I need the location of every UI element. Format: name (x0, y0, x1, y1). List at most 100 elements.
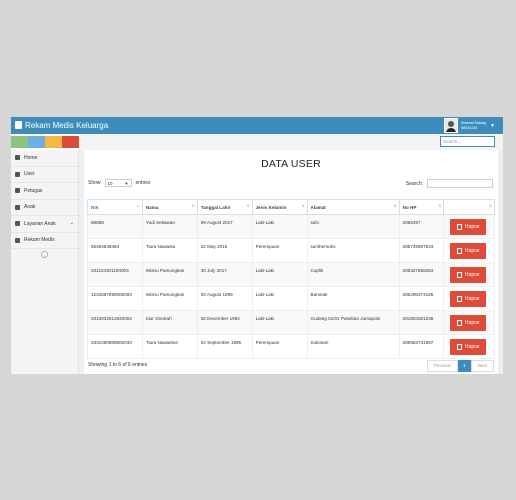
app-window: Rekam Medis Keluarga Selamat Datang M511… (11, 117, 503, 374)
trash-icon (456, 247, 462, 254)
cell-jenis-kelamin: Perempuan (251, 334, 308, 359)
sidebar-item-anak[interactable]: Anak (11, 200, 78, 216)
table-row: 1234567890000000 Wisnu Pamungkas 03 Augu… (87, 286, 495, 311)
sidebar-item-petugas[interactable]: Petugas (11, 183, 78, 200)
page-title: DATA USER (261, 158, 321, 170)
sidebar-item-home[interactable]: Home (11, 150, 78, 167)
delete-label: Hapus (464, 247, 480, 254)
column-nama[interactable]: Nama ⇅ (141, 199, 198, 215)
delete-button[interactable]: Hapus (450, 338, 487, 355)
trash-icon (456, 295, 462, 302)
app-title: Rekam Medis Keluarga (25, 121, 109, 130)
delete-label: Hapus (464, 223, 480, 230)
cell-actions: Hapus (443, 214, 495, 239)
entries-label: entries (135, 180, 151, 186)
pagination: Previous 1 Next (426, 360, 494, 372)
chevron-down-icon: ⌄ (69, 220, 74, 226)
sidebar-item-rekam-medis[interactable]: Rekam Medis (11, 233, 78, 249)
cell-tanggal-lahir: 04 September 1996 (196, 334, 253, 359)
sidebar: Home User Petugas Anak Layanan Anak ⌄ Rek… (11, 150, 79, 374)
table-info: Showing 1 to 6 of 6 entries (88, 362, 148, 368)
shortcut-red[interactable] (62, 136, 79, 148)
sort-icon: ⇅ (191, 204, 195, 208)
shortcut-blue[interactable] (28, 136, 45, 148)
cell-no-hp: 0856497 (398, 214, 445, 239)
cell-tanggal-lahir: 22 May 2015 (196, 238, 253, 263)
shortcut-yellow[interactable] (45, 136, 62, 148)
delete-button[interactable]: Hapus (450, 266, 487, 283)
content-area: DATA USER Show 10 ▼ entries Search: NIK ▲ … (79, 150, 503, 374)
table-row: 3331080909600030 Tiara Nawastoe 04 Septe… (87, 334, 495, 359)
column-actions[interactable]: ⇅ (443, 199, 495, 215)
app-brand[interactable]: Rekam Medis Keluarga (15, 119, 108, 132)
cell-alamat: Cuplik (306, 262, 400, 287)
user-id: M5115140 (460, 125, 478, 130)
cell-no-hp: 085963741987 (398, 334, 445, 359)
table-search-input[interactable] (427, 179, 493, 188)
cell-nama: Idur Onotrah (141, 310, 198, 335)
delete-button[interactable]: Hapus (450, 218, 487, 235)
sidebar-collapse[interactable]: ‹ (11, 249, 78, 259)
shortcut-green[interactable] (11, 136, 28, 148)
delete-label: Hapus (464, 271, 480, 278)
pagination-next[interactable]: Next (470, 360, 494, 372)
data-box: DATA USER Show 10 ▼ entries Search: NIK ▲ … (84, 150, 498, 374)
sidebar-item-layanan-anak[interactable]: Layanan Anak ⌄ (11, 216, 78, 233)
column-jenis-kelamin[interactable]: Jenis Kelamin ⇅ (251, 199, 308, 215)
delete-button[interactable]: Hapus (450, 290, 487, 307)
collapse-icon[interactable]: ‹ (41, 250, 48, 258)
cell-alamat: sumbersuko (306, 238, 400, 263)
delete-label: Hapus (464, 319, 480, 326)
column-label: Alamat (310, 204, 326, 210)
cell-nama: Wisnu Pamungkas (141, 286, 198, 311)
cell-tanggal-lahir: 09 August 2017 (196, 214, 253, 239)
cell-alamat: solo (306, 214, 400, 239)
cell-nama: Tiara Nawastu (141, 238, 198, 263)
cell-jenis-kelamin: Laki-Laki (251, 214, 308, 239)
pagination-previous[interactable]: Previous (426, 360, 459, 372)
cell-nama: Tiara Nawastoe (141, 334, 198, 359)
search-input[interactable]: Search... (440, 136, 495, 147)
column-label: Tanggal Lahir (200, 204, 231, 210)
cell-actions: Hapus (443, 262, 495, 287)
sort-asc-icon: ▲ (136, 204, 140, 208)
column-tanggal-lahir[interactable]: Tanggal Lahir ⇅ (196, 199, 253, 215)
table-search-label: Search: (405, 180, 423, 187)
show-label: Show (88, 180, 101, 186)
table-search: Search: (406, 179, 493, 188)
column-alamat[interactable]: Alamat ⇅ (306, 199, 400, 215)
child-icon (15, 204, 20, 210)
pagination-page[interactable]: 1 (458, 360, 471, 372)
trash-icon (456, 223, 462, 230)
cell-no-hp: 081804361038 (398, 310, 445, 335)
user-menu[interactable]: Selamat Datang M5115140 ▼ (443, 117, 495, 134)
page-length-select[interactable]: 10 ▼ (104, 179, 132, 187)
delete-button[interactable]: Hapus (450, 314, 487, 331)
cell-actions: Hapus (443, 286, 495, 311)
cell-no-hp: 085296374185 (398, 286, 445, 311)
sidebar-item-label: User (24, 171, 35, 178)
column-label: NIK (91, 204, 99, 210)
column-label: Nama (145, 204, 159, 210)
table-row: 3313032612840002 Idur Onotrah 26 Decembe… (87, 310, 495, 335)
cell-no-hp: 085327556253 (398, 262, 445, 287)
sidebar-item-label: Anak (24, 204, 36, 211)
cell-tanggal-lahir: 30 July 2017 (196, 262, 253, 287)
column-nik[interactable]: NIK ▲ (87, 199, 143, 215)
top-navbar: Rekam Medis Keluarga Selamat Datang M511… (11, 117, 503, 134)
cell-actions: Hapus (443, 310, 495, 335)
sidebar-item-user[interactable]: User (11, 167, 78, 183)
user-info: Selamat Datang M5115140 (461, 121, 486, 131)
sort-icon: ⇅ (301, 204, 305, 208)
column-no-hp[interactable]: No HP ⇅ (398, 199, 445, 215)
color-shortcuts (11, 134, 79, 150)
sidebar-item-label: Petugas (24, 187, 43, 194)
user-greeting: Selamat Datang (460, 120, 487, 125)
delete-label: Hapus (464, 343, 480, 350)
sort-icon: ⇅ (246, 204, 250, 208)
delete-button[interactable]: Hapus (450, 242, 487, 259)
cell-jenis-kelamin: Laki-Laki (251, 310, 308, 335)
cell-alamat: Banmati (306, 286, 400, 311)
table-header-row: NIK ▲ Nama ⇅ Tanggal Lahir ⇅ Jenis Kelamin ⇅… (87, 199, 495, 215)
user-icon (15, 188, 20, 194)
